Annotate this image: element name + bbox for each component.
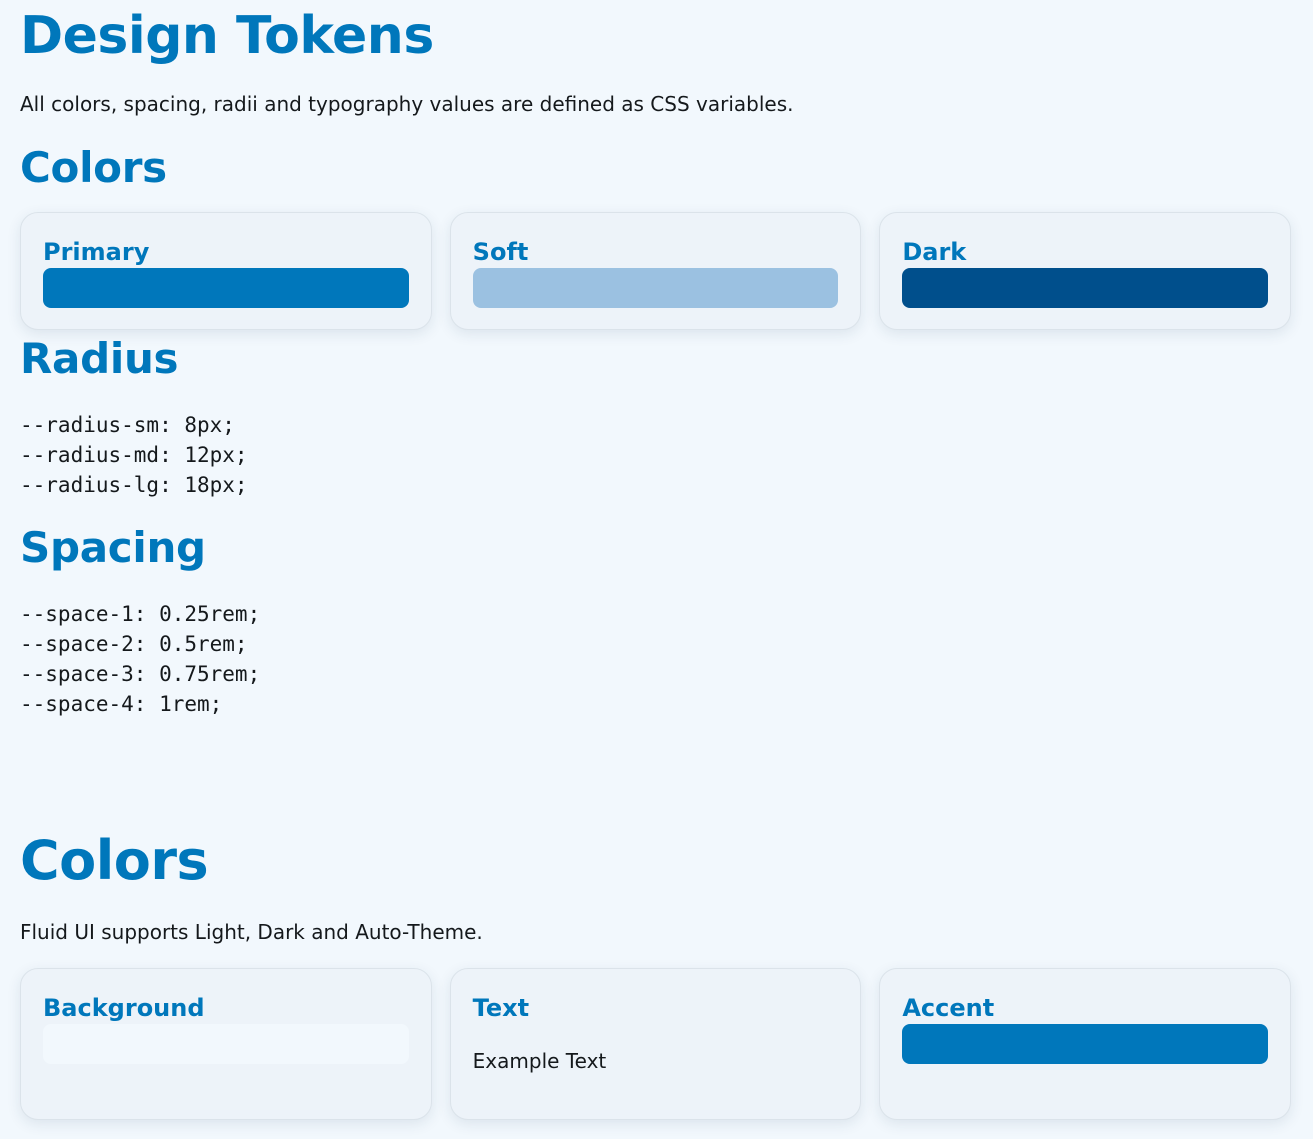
swatch-primary (43, 268, 409, 308)
spacing-heading: Spacing (20, 523, 206, 572)
spacing-token-line: --space-3: 0.75rem; (20, 662, 261, 686)
page-intro: All colors, spacing, radii and typograph… (20, 92, 794, 116)
theme-card-text: Text Example Text (449, 968, 862, 1120)
swatch-label-dark: Dark (902, 238, 967, 266)
swatch-dark (902, 268, 1269, 308)
swatch-accent (902, 1024, 1269, 1064)
spacing-token-line: --space-2: 0.5rem; (20, 632, 248, 656)
radius-heading: Radius (20, 334, 179, 383)
swatch-card-dark: Dark (879, 212, 1292, 330)
swatch-card-primary: Primary (20, 212, 432, 330)
theme-card-row: Background Text Example Text Accent (20, 968, 1292, 1120)
swatch-label-soft: Soft (472, 238, 529, 266)
radius-token-line: --radius-lg: 18px; (20, 473, 248, 497)
spacing-token-line: --space-1: 0.25rem; (20, 602, 261, 626)
spacing-token-line: --space-4: 1rem; (20, 692, 223, 716)
theme-intro: Fluid UI supports Light, Dark and Auto-T… (20, 920, 483, 944)
theme-label-accent: Accent (902, 994, 995, 1022)
theme-label-text: Text (472, 994, 530, 1022)
theme-card-background: Background (20, 968, 432, 1120)
theme-card-accent: Accent (879, 968, 1292, 1120)
swatch-soft (472, 268, 839, 308)
theme-colors-heading: Colors (20, 829, 209, 892)
radius-code-block: --radius-sm: 8px; --radius-md: 12px; --rad… (20, 410, 248, 500)
example-text: Example Text (472, 1049, 607, 1073)
page-title: Design Tokens (20, 6, 434, 66)
swatch-card-soft: Soft (449, 212, 862, 330)
radius-token-line: --radius-sm: 8px; (20, 413, 235, 437)
swatch-background (43, 1024, 409, 1064)
spacing-code-block: --space-1: 0.25rem; --space-2: 0.5rem; --s… (20, 599, 260, 719)
theme-label-background: Background (43, 994, 205, 1022)
colors-heading: Colors (20, 143, 167, 192)
swatch-label-primary: Primary (43, 238, 150, 266)
radius-token-line: --radius-md: 12px; (20, 443, 248, 467)
color-swatch-row: Primary Soft Dark (20, 212, 1292, 330)
